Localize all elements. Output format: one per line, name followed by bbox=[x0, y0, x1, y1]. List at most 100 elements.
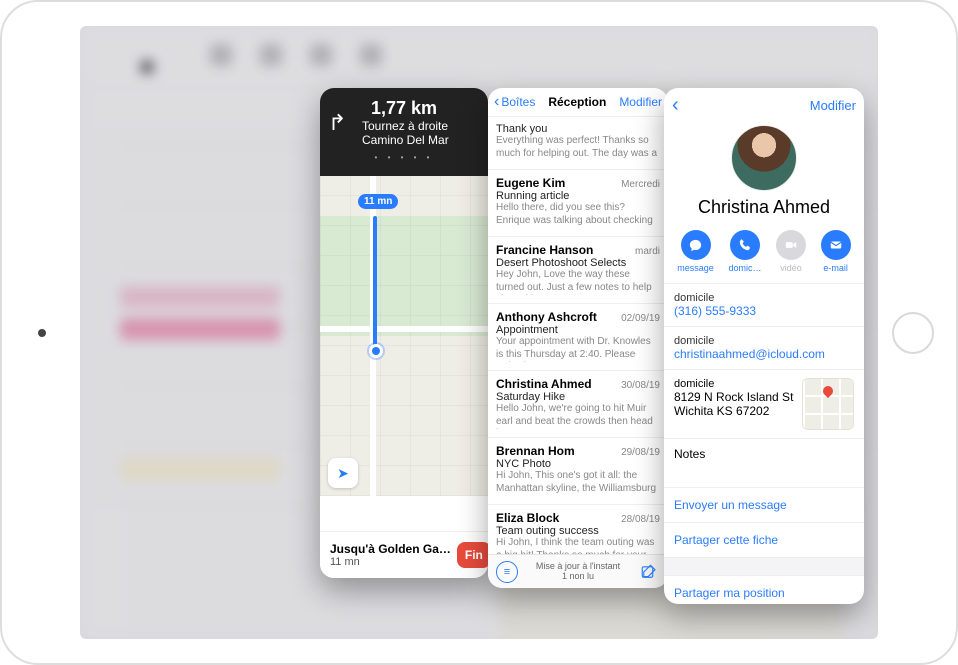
mail-date: 30/08/19 bbox=[621, 380, 660, 391]
address-line1: 8129 N Rock Island St bbox=[674, 390, 796, 404]
field-address[interactable]: domicile 8129 N Rock Island St Wichita K… bbox=[664, 370, 864, 439]
chevron-left-icon: ‹ bbox=[494, 94, 499, 110]
mail-status: Mise à jour à l'instant 1 non lu bbox=[536, 562, 620, 582]
mail-date: mardi bbox=[635, 246, 660, 257]
mail-message[interactable]: Anthony Ashcroft 02/09/19AppointmentYour … bbox=[488, 304, 668, 371]
field-email[interactable]: domicile christinaahmed@icloud.com bbox=[664, 327, 864, 370]
front-camera bbox=[38, 329, 46, 337]
mail-subject: Running article bbox=[496, 190, 660, 202]
link-send-message[interactable]: Envoyer un message bbox=[664, 488, 864, 523]
screen: Plans Itinéraire vers Golden Gate… ↱ 1,7… bbox=[80, 26, 878, 639]
mail-back-button[interactable]: ‹ Boîtes bbox=[494, 94, 535, 110]
route-line bbox=[373, 216, 377, 346]
contact-edit-button[interactable]: Modifier bbox=[810, 98, 856, 113]
field-notes[interactable]: Notes bbox=[664, 439, 864, 488]
contact-avatar[interactable] bbox=[731, 125, 797, 191]
mail-date: 29/08/19 bbox=[621, 447, 660, 458]
mail-sender: Anthony Ashcroft bbox=[496, 310, 597, 324]
filter-icon[interactable]: ≡ bbox=[496, 561, 518, 583]
contact-header: Christina Ahmed bbox=[664, 123, 864, 226]
locate-button[interactable]: ➤ bbox=[328, 458, 358, 488]
route-bottom-sheet[interactable]: Jusqu'à Golden Ga… 11 mn Fin bbox=[320, 531, 488, 578]
link-share-location[interactable]: Partager ma position bbox=[664, 576, 864, 604]
action-call[interactable]: domic… bbox=[728, 230, 761, 273]
destination-title: Jusqu'à Golden Ga… bbox=[330, 542, 451, 556]
action-message-label: message bbox=[677, 263, 714, 273]
mail-subject: NYC Photo bbox=[496, 458, 660, 470]
mail-sender: Francine Hanson bbox=[496, 243, 593, 257]
mail-subject: Appointment bbox=[496, 324, 660, 336]
mail-preview: Hi John, This one's got it all: the Manh… bbox=[496, 470, 660, 496]
mail-message[interactable]: Christina Ahmed 30/08/19Saturday HikeHell… bbox=[488, 371, 668, 438]
action-video-label: vidéo bbox=[780, 263, 802, 273]
mail-icon bbox=[821, 230, 851, 260]
mail-message[interactable]: Francine Hanson mardiDesert Photoshoot Se… bbox=[488, 237, 668, 304]
address-label: domicile bbox=[674, 378, 796, 390]
home-button[interactable] bbox=[892, 312, 934, 354]
mail-date: 02/09/19 bbox=[621, 313, 660, 324]
compose-icon[interactable] bbox=[638, 561, 660, 583]
address-line2: Wichita KS 67202 bbox=[674, 404, 796, 418]
mail-message[interactable]: Brennan Hom 29/08/19NYC PhotoHi John, Thi… bbox=[488, 438, 668, 505]
action-mail[interactable]: e-mail bbox=[821, 230, 851, 273]
slideover-card-mail[interactable]: Mail ‹ Boîtes Réception Modifier Thank y… bbox=[488, 88, 668, 588]
mail-message[interactable]: Eliza Block28/08/19Team outing successHi… bbox=[488, 505, 668, 557]
field-phone[interactable]: domicile (316) 555-9333 bbox=[664, 284, 864, 327]
mail-edit-button[interactable]: Modifier bbox=[619, 95, 662, 109]
eta-badge: 11 mn bbox=[358, 194, 398, 209]
contact-actions: message domic… vidéo bbox=[664, 226, 864, 284]
ipad-frame: Plans Itinéraire vers Golden Gate… ↱ 1,7… bbox=[0, 0, 958, 665]
mail-preview: Hey John, Love the way these turned out.… bbox=[496, 269, 660, 295]
mail-status-line2: 1 non lu bbox=[536, 572, 620, 582]
action-call-label: domic… bbox=[728, 263, 761, 273]
mail-sender: Eliza Block bbox=[496, 511, 559, 525]
address-mini-map[interactable] bbox=[802, 378, 854, 430]
slideover-switcher: Plans Itinéraire vers Golden Gate… ↱ 1,7… bbox=[80, 26, 878, 639]
location-arrow-icon: ➤ bbox=[337, 465, 349, 482]
chevron-left-icon[interactable]: ‹ bbox=[672, 94, 679, 117]
mail-message[interactable]: Thank youEverything was perfect! Thanks … bbox=[488, 117, 668, 170]
mail-list[interactable]: Thank youEverything was perfect! Thanks … bbox=[488, 117, 668, 557]
nav-banner: ↱ 1,77 km Tournez à droite Camino Del Ma… bbox=[320, 88, 488, 176]
phone-label: domicile bbox=[674, 292, 854, 304]
email-label: domicile bbox=[674, 335, 854, 347]
map-view[interactable]: 11 mn ➤ bbox=[320, 176, 488, 496]
email-value: christinaahmed@icloud.com bbox=[674, 347, 854, 361]
contact-navbar: ‹ Modifier bbox=[664, 88, 864, 123]
section-spacer bbox=[664, 558, 864, 576]
mail-sender: Christina Ahmed bbox=[496, 377, 592, 391]
mail-message[interactable]: Eugene KimMercrediRunning articleHello t… bbox=[488, 170, 668, 237]
mail-date: Mercredi bbox=[621, 179, 660, 190]
mail-preview: Hello John, we're going to hit Muir earl… bbox=[496, 403, 660, 429]
mail-preview: Everything was perfect! Thanks so much f… bbox=[496, 135, 660, 161]
video-icon bbox=[776, 230, 806, 260]
mail-toolbar: ≡ Mise à jour à l'instant 1 non lu bbox=[488, 554, 668, 588]
nav-instruction-2: Camino Del Mar bbox=[362, 133, 478, 147]
notes-label: Notes bbox=[674, 447, 854, 461]
phone-value: (316) 555-9333 bbox=[674, 304, 854, 318]
link-share-card[interactable]: Partager cette fiche bbox=[664, 523, 864, 558]
mail-sender: Eugene Kim bbox=[496, 176, 565, 190]
action-mail-label: e-mail bbox=[823, 263, 848, 273]
end-route-button[interactable]: Fin bbox=[457, 542, 488, 568]
slideover-card-contacts[interactable]: Contacts Christina Ahmed ‹ Modifier Chri… bbox=[664, 88, 864, 604]
mail-subject: Thank you bbox=[496, 123, 660, 135]
mail-sender: Brennan Hom bbox=[496, 444, 575, 458]
phone-icon bbox=[730, 230, 760, 260]
mail-navbar: ‹ Boîtes Réception Modifier bbox=[488, 88, 668, 117]
action-message[interactable]: message bbox=[677, 230, 714, 273]
page-dots: • • • • • bbox=[330, 153, 478, 162]
mail-subject: Team outing success bbox=[496, 525, 660, 537]
slideover-card-plans[interactable]: Plans Itinéraire vers Golden Gate… ↱ 1,7… bbox=[320, 88, 488, 578]
mail-subject: Desert Photoshoot Selects bbox=[496, 257, 660, 269]
turn-right-icon: ↱ bbox=[328, 110, 346, 136]
contact-name: Christina Ahmed bbox=[672, 197, 856, 218]
map-pin-icon bbox=[821, 384, 835, 398]
action-video: vidéo bbox=[776, 230, 806, 273]
destination-eta: 11 mn bbox=[330, 556, 451, 568]
current-location-dot bbox=[369, 344, 383, 358]
nav-instruction-1: Tournez à droite bbox=[362, 119, 478, 133]
nav-distance: 1,77 km bbox=[330, 98, 478, 119]
mail-preview: Your appointment with Dr. Knowles is thi… bbox=[496, 336, 660, 362]
mail-subject: Saturday Hike bbox=[496, 391, 660, 403]
